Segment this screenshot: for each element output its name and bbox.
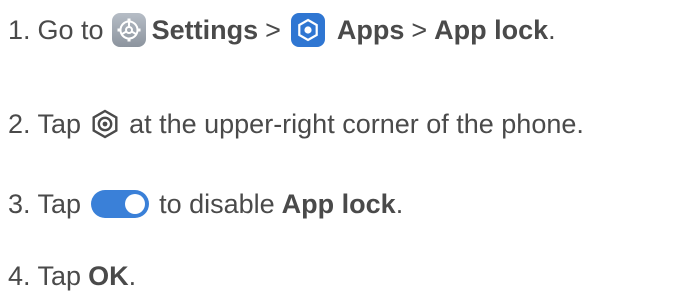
step-1-number: 1. [8,14,31,45]
step-4-tap: Tap [37,260,82,291]
settings-gear-icon [111,13,146,47]
toggle-on-icon [91,190,150,218]
step-3-tap: Tap [37,188,82,219]
step-3-number: 3. [8,188,31,219]
settings-label: Settings [151,14,259,45]
step-3-period: . [395,188,404,219]
step-2-instruction: at the upper-right corner of the phone. [129,108,584,139]
step-2: 2. Tap at the upper-right corner of the … [8,104,584,144]
step-1-separator-2: > [411,14,428,45]
step-2-number: 2. [8,108,31,139]
step-4-number: 4. [8,260,31,291]
apps-hexagon-icon [290,13,325,47]
step-1: 1. Go to Settings > Apps > App lock . [8,10,556,50]
step-4: 4. Tap OK. [8,256,136,296]
step-2-tap: Tap [37,108,82,139]
ok-label: OK [88,260,129,291]
app-lock-label: App lock [434,14,549,45]
step-1-separator-1: > [265,14,281,45]
step-4-period: . [128,260,137,291]
step-3-instruction: to disable [159,188,275,219]
step-1-go-to: Go to [37,14,104,45]
toggle-knob [125,194,146,214]
step-3: 3. Tap to disable App lock. [8,184,403,224]
apps-label: Apps [336,14,405,45]
step-1-period: . [548,14,556,45]
hexagon-settings-icon [89,108,121,140]
app-lock-label-2: App lock [281,188,396,219]
